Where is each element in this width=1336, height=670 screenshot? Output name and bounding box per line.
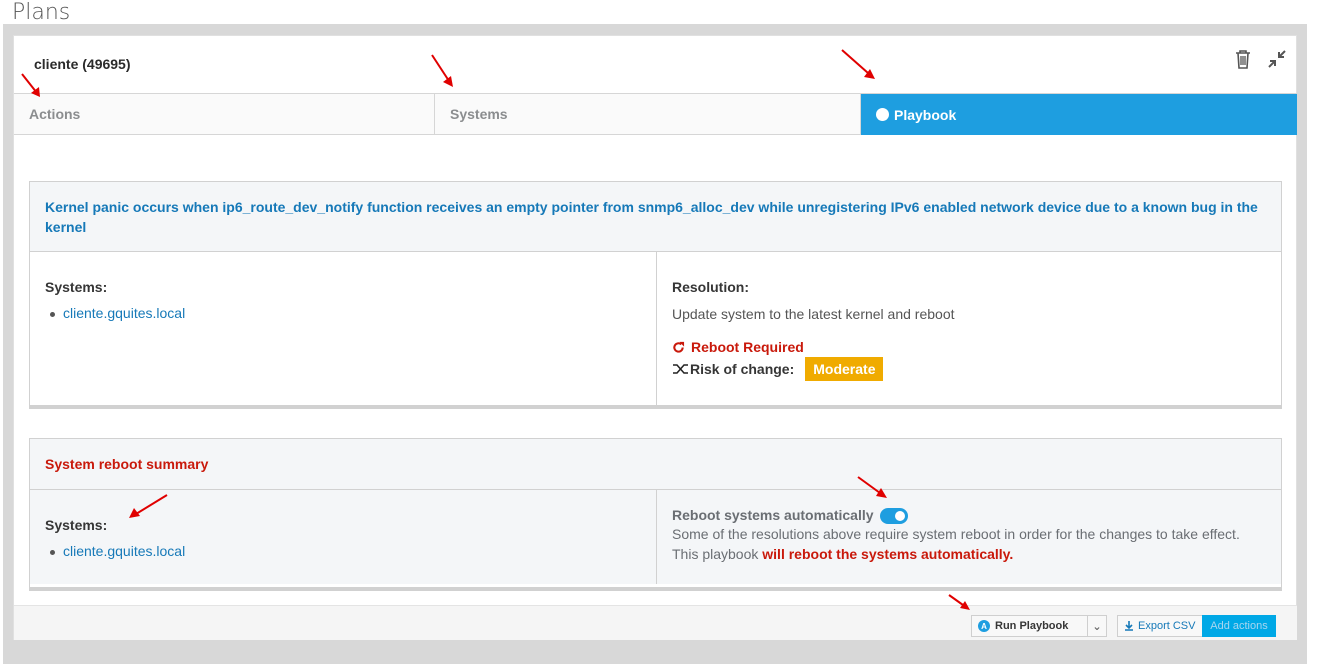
resolution-text: Update system to the latest kernel and r… bbox=[672, 306, 955, 322]
reboot-toggle-column: Reboot systems automatically Some of the… bbox=[657, 490, 1281, 584]
reboot-summary-header: System reboot summary bbox=[30, 439, 1281, 490]
systems-list: cliente.gquites.local bbox=[45, 305, 641, 321]
chevron-down-icon: ⌄ bbox=[1092, 620, 1102, 633]
tab-systems[interactable]: Systems bbox=[435, 94, 861, 134]
reboot-summary-title: System reboot summary bbox=[45, 456, 209, 472]
redo-icon bbox=[673, 341, 685, 353]
reboot-toggle-label: Reboot systems automatically bbox=[672, 507, 874, 523]
issue-systems-column: Systems: cliente.gquites.local bbox=[30, 252, 657, 405]
plan-footer: A Run Playbook ⌄ Export CSV Add actions bbox=[14, 605, 1297, 640]
systems-label: Systems: bbox=[45, 279, 108, 295]
risk-label: Risk of change: bbox=[690, 361, 795, 377]
plan-name: cliente (49695) bbox=[34, 56, 131, 72]
page-title: Plans bbox=[12, 0, 71, 25]
plan-panel: cliente (49695) Actions Systems Playbook… bbox=[13, 35, 1297, 640]
circle-icon bbox=[876, 108, 889, 121]
issue-card: Kernel panic occurs when ip6_route_dev_n… bbox=[29, 181, 1282, 409]
reboot-summary-card: System reboot summary Systems: cliente.g… bbox=[29, 438, 1282, 591]
add-actions-button[interactable]: Add actions bbox=[1202, 615, 1276, 637]
reboot-description: Some of the resolutions above require sy… bbox=[672, 526, 1240, 563]
reboot-required: Reboot Required bbox=[672, 339, 1266, 355]
tab-actions[interactable]: Actions bbox=[14, 94, 435, 134]
systems-list: cliente.gquites.local bbox=[45, 543, 641, 559]
risk-badge: Moderate bbox=[805, 357, 884, 381]
risk-row: Risk of change: Moderate bbox=[672, 357, 1266, 381]
run-playbook-dropdown[interactable]: ⌄ bbox=[1087, 615, 1107, 637]
reboot-toggle[interactable] bbox=[879, 508, 908, 525]
download-icon bbox=[1125, 621, 1133, 631]
system-link[interactable]: cliente.gquites.local bbox=[45, 543, 641, 559]
reboot-systems-column: Systems: cliente.gquites.local bbox=[30, 490, 657, 584]
systems-label: Systems: bbox=[45, 517, 108, 533]
tab-bar: Actions Systems Playbook bbox=[14, 93, 1297, 135]
plan-container: cliente (49695) Actions Systems Playbook… bbox=[3, 24, 1307, 664]
trash-icon[interactable] bbox=[1232, 48, 1254, 70]
export-csv-button[interactable]: Export CSV bbox=[1117, 615, 1203, 637]
system-link[interactable]: cliente.gquites.local bbox=[45, 305, 641, 321]
run-playbook-button[interactable]: A Run Playbook bbox=[971, 615, 1088, 637]
reboot-toggle-row: Reboot systems automatically bbox=[672, 507, 1266, 525]
resolution-column: Resolution: Update system to the latest … bbox=[657, 252, 1281, 405]
compress-icon[interactable] bbox=[1266, 48, 1288, 70]
issue-title[interactable]: Kernel panic occurs when ip6_route_dev_n… bbox=[45, 197, 1266, 237]
tab-playbook-label: Playbook bbox=[894, 106, 957, 123]
shuffle-icon bbox=[673, 364, 688, 374]
ansible-icon: A bbox=[978, 620, 990, 632]
issue-header: Kernel panic occurs when ip6_route_dev_n… bbox=[30, 182, 1281, 252]
resolution-label: Resolution: bbox=[672, 279, 749, 295]
tab-playbook[interactable]: Playbook bbox=[861, 94, 1297, 135]
